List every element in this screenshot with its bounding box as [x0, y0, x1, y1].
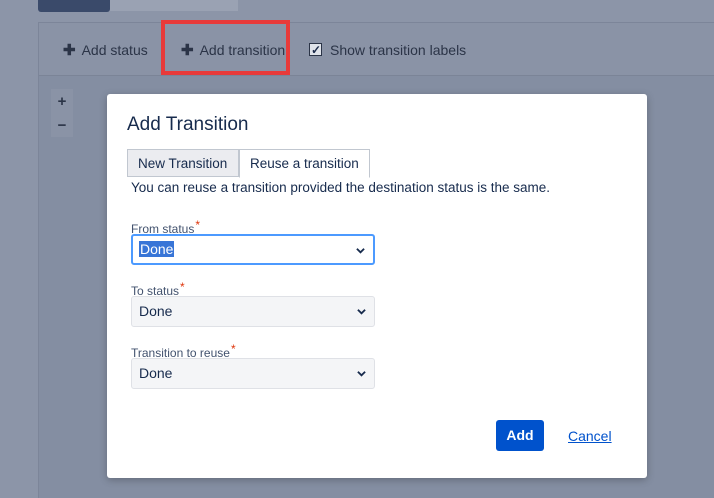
show-transition-labels-toggle[interactable]: ✓ Show transition labels [309, 40, 466, 60]
zoom-in-button[interactable]: + [51, 91, 73, 113]
tab-new-transition[interactable]: New Transition [127, 149, 239, 177]
cancel-link[interactable]: Cancel [568, 428, 612, 444]
chevron-down-icon [357, 371, 366, 377]
transition-to-reuse-value: Done [139, 365, 173, 381]
to-status-select[interactable]: Done [131, 296, 375, 327]
top-tabs [0, 0, 714, 12]
chevron-down-icon [356, 248, 365, 254]
required-marker: * [195, 218, 201, 232]
zoom-controls: + − [51, 89, 73, 137]
top-tab-active[interactable] [38, 0, 110, 12]
plus-icon: ✚ [63, 42, 76, 59]
required-marker: * [180, 280, 185, 294]
tab-reuse-transition[interactable]: Reuse a transition [239, 149, 370, 178]
add-transition-dialog: Add Transition New Transition Reuse a tr… [107, 94, 647, 478]
transition-to-reuse-select[interactable]: Done [131, 358, 375, 389]
add-status-label: Add status [81, 42, 148, 58]
add-status-button[interactable]: ✚ Add status [63, 40, 148, 60]
zoom-out-button[interactable]: − [51, 115, 73, 137]
required-marker: * [230, 342, 236, 356]
designer-toolbar: ✚ Add status ✚ Add transition ✓ Show transi… [39, 23, 714, 76]
to-status-value: Done [139, 303, 173, 319]
from-status-value: Done [139, 241, 175, 257]
top-tab[interactable] [158, 0, 238, 11]
highlight-box [161, 20, 290, 75]
from-status-select[interactable]: Done [131, 234, 375, 265]
checkbox-checked-icon[interactable]: ✓ [309, 43, 322, 57]
top-tab[interactable] [110, 0, 158, 11]
add-button[interactable]: Add [496, 420, 544, 451]
show-transition-labels-label: Show transition labels [330, 42, 467, 58]
dialog-title: Add Transition [127, 114, 249, 135]
reuse-description: You can reuse a transition provided the … [131, 180, 551, 195]
chevron-down-icon [357, 309, 366, 315]
